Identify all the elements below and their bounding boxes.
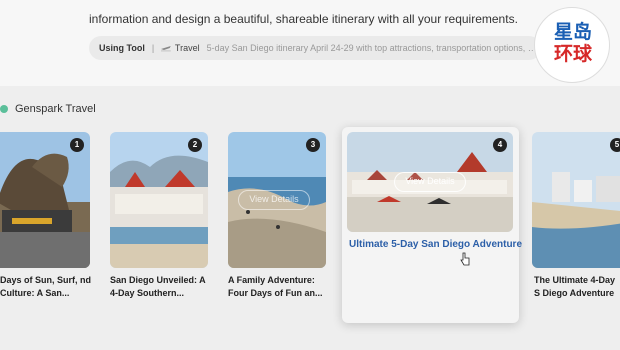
card-number-badge: 4	[493, 138, 507, 152]
hand-pointer-icon	[460, 252, 470, 266]
card-number-badge: 1	[70, 138, 84, 152]
card-number-badge: 3	[306, 138, 320, 152]
tool-name: Travel	[174, 43, 200, 53]
section-title: Genspark Travel	[15, 103, 96, 115]
card-1-image	[0, 132, 90, 268]
card-2-image	[110, 132, 208, 268]
card-5-image	[532, 132, 620, 268]
intro-text: information and design a beautiful, shar…	[89, 12, 518, 26]
tool-usage-chip[interactable]: Using Tool | Travel 5-day San Diego itin…	[89, 36, 541, 60]
card-5-caption[interactable]: The Ultimate 4-Day S Diego Adventure	[534, 274, 618, 300]
card-4-caption[interactable]: Ultimate 5-Day San Diego Adventure	[349, 239, 522, 250]
card-3-caption[interactable]: A Family Adventure: Four Days of Fun an.…	[228, 274, 328, 300]
watermark-logo-text: 星岛 环球	[548, 22, 598, 66]
card-2-caption[interactable]: San Diego Unveiled: A 4-Day Southern...	[110, 274, 210, 300]
logo-line1: 星岛	[553, 22, 592, 43]
card-number-badge: 2	[188, 138, 202, 152]
itinerary-card-5[interactable]: 5	[532, 132, 620, 268]
genspark-travel-header: Genspark Travel	[0, 101, 96, 117]
genspark-logo-icon	[0, 105, 8, 113]
itinerary-card-1[interactable]: 1	[0, 132, 90, 268]
tool-description: 5-day San Diego itinerary April 24-29 wi…	[206, 43, 541, 53]
airplane-icon	[161, 46, 171, 52]
logo-line2: 环球	[553, 44, 592, 65]
itinerary-card-2[interactable]: 2	[110, 132, 208, 268]
view-details-button-card-4[interactable]: View Details	[394, 172, 466, 192]
card-1-caption[interactable]: Days of Sun, Surf, nd Culture: A San...	[0, 274, 96, 300]
card-number-badge: 5	[610, 138, 620, 152]
tool-separator: |	[151, 43, 155, 53]
tool-label: Using Tool	[99, 43, 145, 53]
view-details-button-card-3[interactable]: View Details	[238, 190, 310, 210]
